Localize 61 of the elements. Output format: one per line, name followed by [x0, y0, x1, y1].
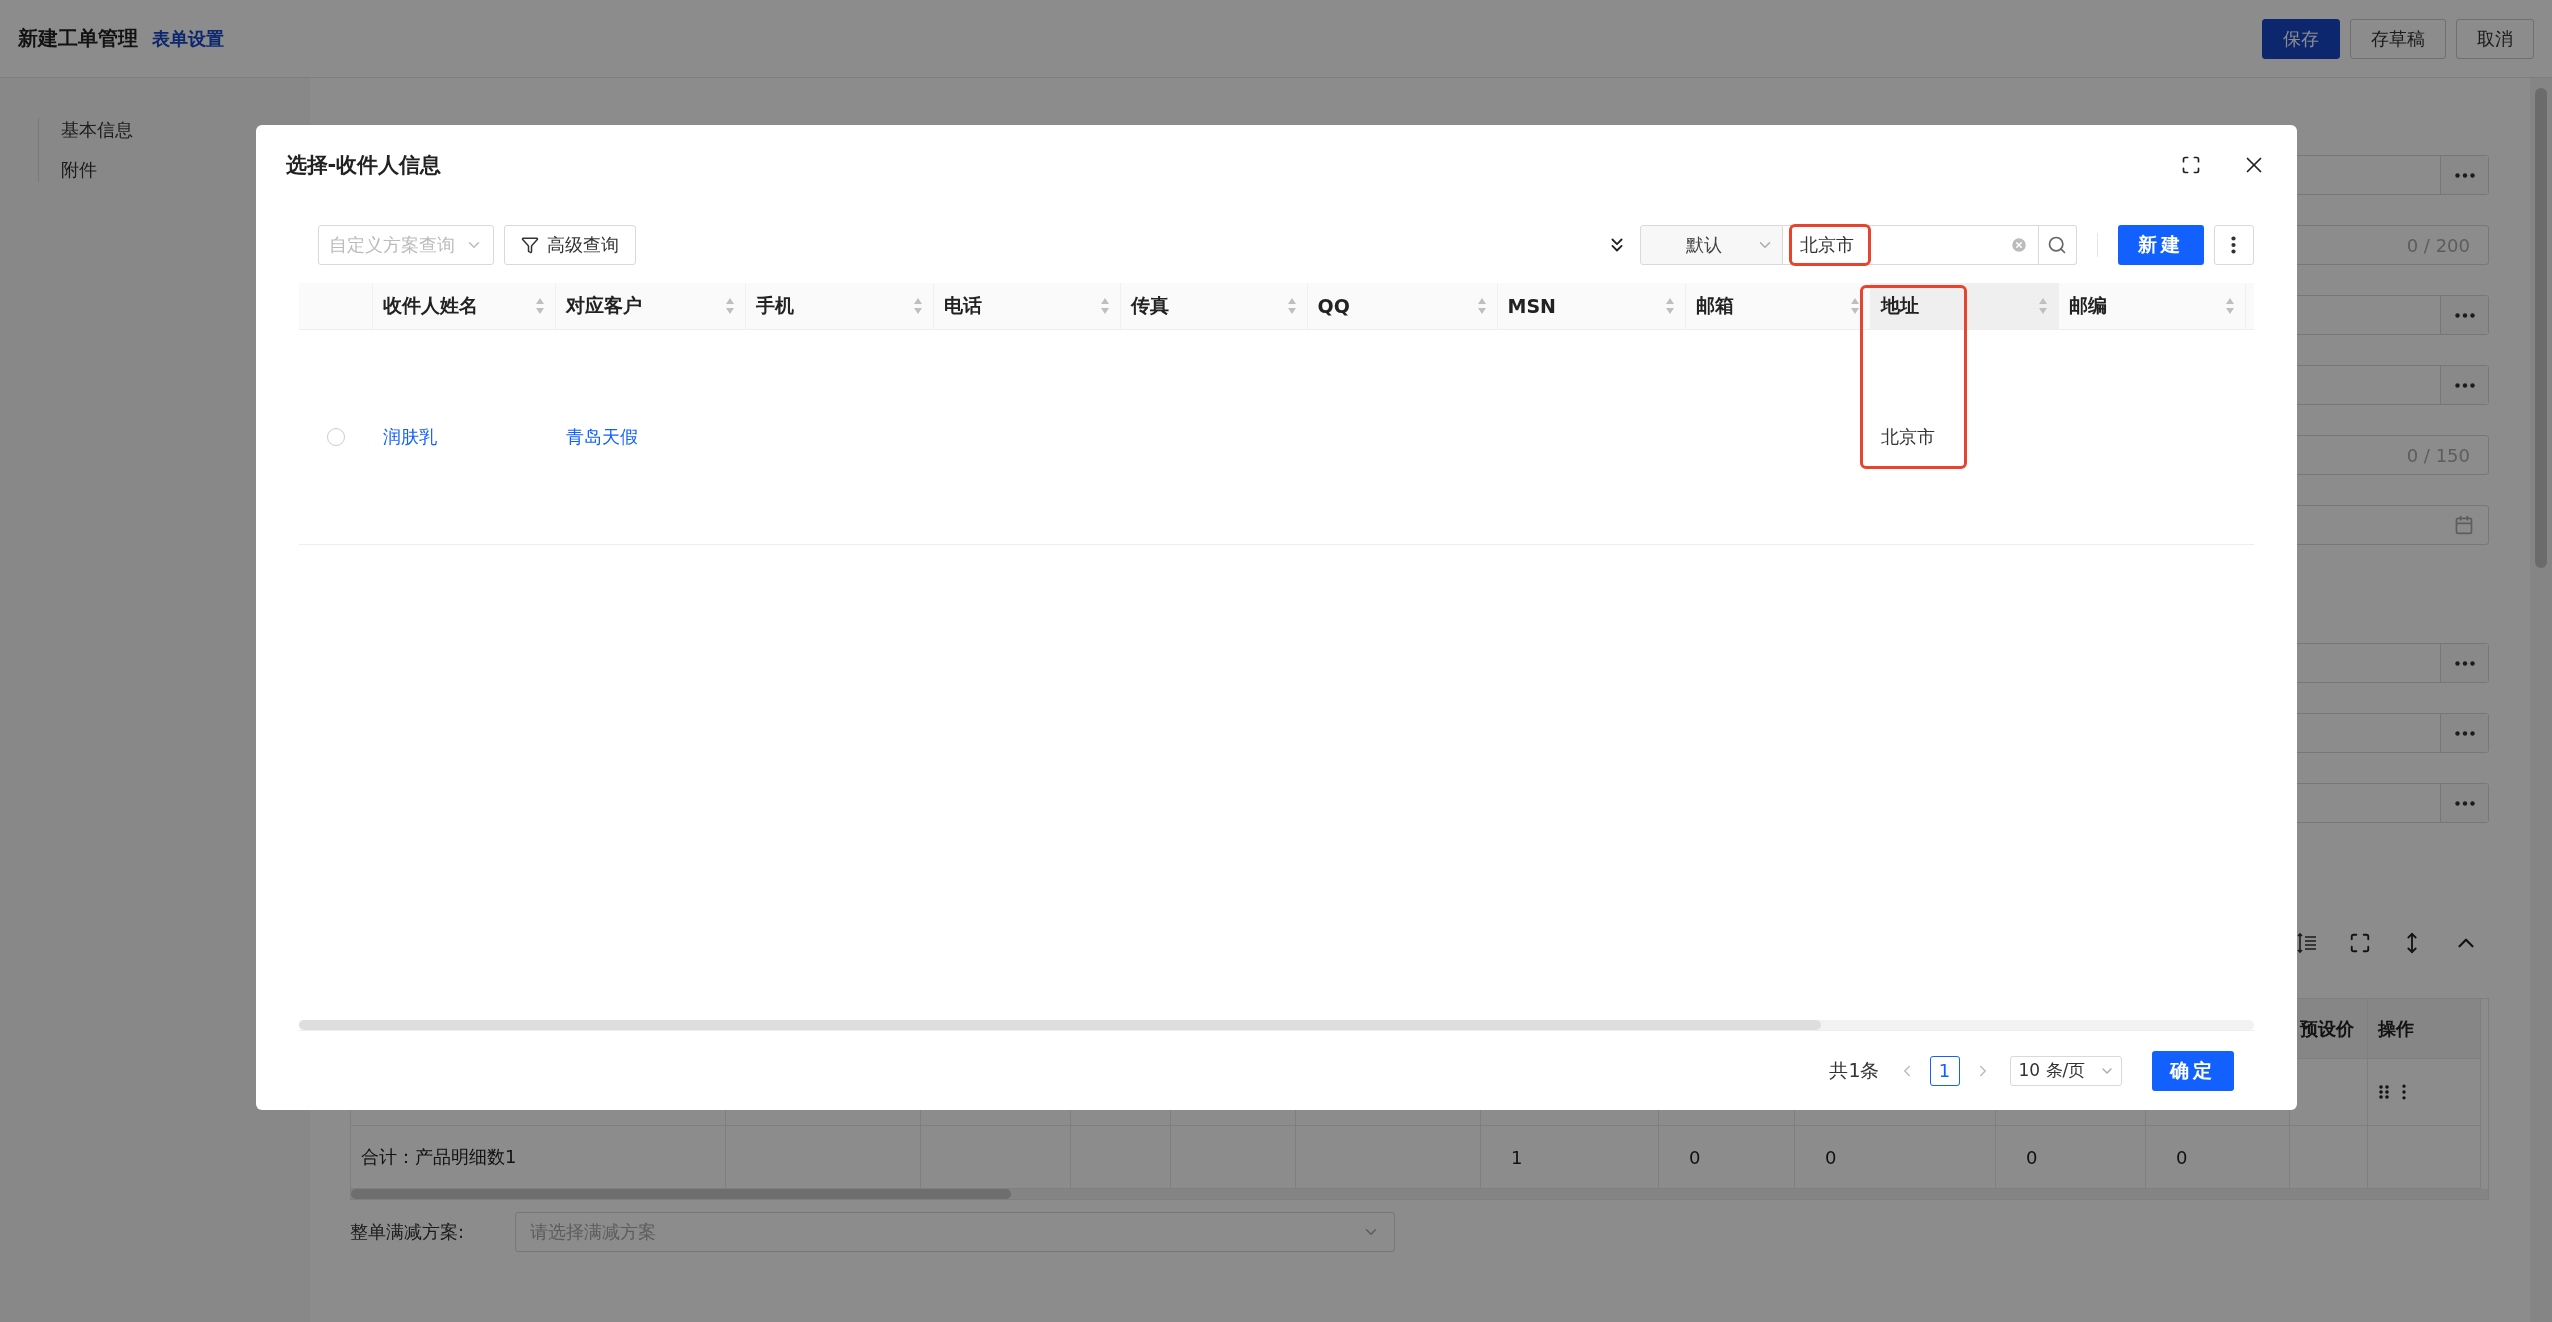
sort-icon[interactable] [534, 297, 545, 315]
sort-icon[interactable] [1286, 297, 1297, 315]
new-button[interactable]: 新建 [2117, 225, 2204, 265]
sort-icon[interactable] [1849, 297, 1860, 315]
drag-handle-icon[interactable] [2378, 1084, 2390, 1100]
ellipsis-icon [2454, 730, 2475, 736]
ellipsis-icon [2454, 312, 2475, 318]
column-header[interactable]: QQ [1317, 295, 1350, 317]
search-icon [2047, 235, 2067, 255]
search-button[interactable] [2038, 225, 2077, 265]
filter-icon [520, 236, 539, 254]
column-header[interactable]: 对应客户 [565, 293, 642, 319]
fullscreen-icon[interactable] [2180, 155, 2201, 175]
clear-icon[interactable] [2009, 236, 2028, 254]
sort-icon[interactable] [1476, 297, 1487, 315]
row-radio[interactable] [326, 428, 345, 446]
field-label: 整单满减方案: [350, 1220, 465, 1244]
ellipsis-icon [2454, 660, 2475, 666]
page-button[interactable]: 1 [1929, 1055, 1960, 1086]
sort-icon[interactable] [1099, 297, 1110, 315]
more-button[interactable] [2440, 296, 2488, 334]
sort-icon[interactable] [912, 297, 923, 315]
more-button[interactable] [2440, 784, 2488, 822]
line-spacing-button[interactable] [2295, 931, 2319, 955]
dialog-title: 选择-收件人信息 [285, 152, 442, 179]
sort-icon[interactable] [2224, 297, 2235, 315]
page-title: 新建工单管理 [18, 25, 138, 52]
column-header[interactable]: 传真 [1130, 293, 1169, 319]
column-header: 操作 [2368, 999, 2481, 1059]
more-button[interactable] [2440, 714, 2488, 752]
header-button[interactable]: 取消 [2456, 18, 2534, 59]
table-cell: 北京市 [1880, 425, 1935, 449]
column-header[interactable]: 电话 [943, 293, 982, 319]
ellipsis-icon [2454, 172, 2475, 178]
column-header[interactable]: MSN [1507, 295, 1556, 317]
column-header[interactable]: 手机 [755, 293, 794, 319]
calendar-icon [2454, 515, 2474, 535]
sort-icon[interactable] [1664, 297, 1675, 315]
page-size-select[interactable]: 10 条/页 [2009, 1055, 2122, 1086]
confirm-button[interactable]: 确定 [2151, 1050, 2234, 1091]
search-field[interactable]: 北京市 [1782, 225, 2039, 265]
more-button[interactable] [2440, 644, 2488, 682]
column-header[interactable]: 邮编 [2068, 293, 2107, 319]
more-button[interactable] [2440, 156, 2488, 194]
total-count: 共1条 [1829, 1057, 1880, 1083]
column-header[interactable]: 地址 [1880, 293, 1919, 319]
advanced-search-button[interactable]: 高级查询 [503, 225, 636, 265]
more-icon [2231, 236, 2236, 254]
header-button[interactable]: 保存 [2262, 18, 2340, 59]
mode-select[interactable]: 默认 [1639, 225, 1783, 265]
header-button[interactable]: 存草稿 [2350, 18, 2446, 59]
more-button[interactable] [2440, 366, 2488, 404]
table-link[interactable]: 润肤乳 [382, 425, 437, 449]
more-button[interactable] [2213, 225, 2254, 265]
column-header[interactable]: 邮箱 [1695, 293, 1734, 319]
ellipsis-icon [2454, 382, 2475, 388]
sort-icon[interactable] [724, 297, 735, 315]
column-header[interactable]: 收件人姓名 [382, 293, 478, 319]
table-link[interactable]: 青岛天假 [565, 425, 638, 449]
form-settings-link[interactable]: 表单设置 [152, 26, 224, 51]
ellipsis-icon [2454, 800, 2475, 806]
